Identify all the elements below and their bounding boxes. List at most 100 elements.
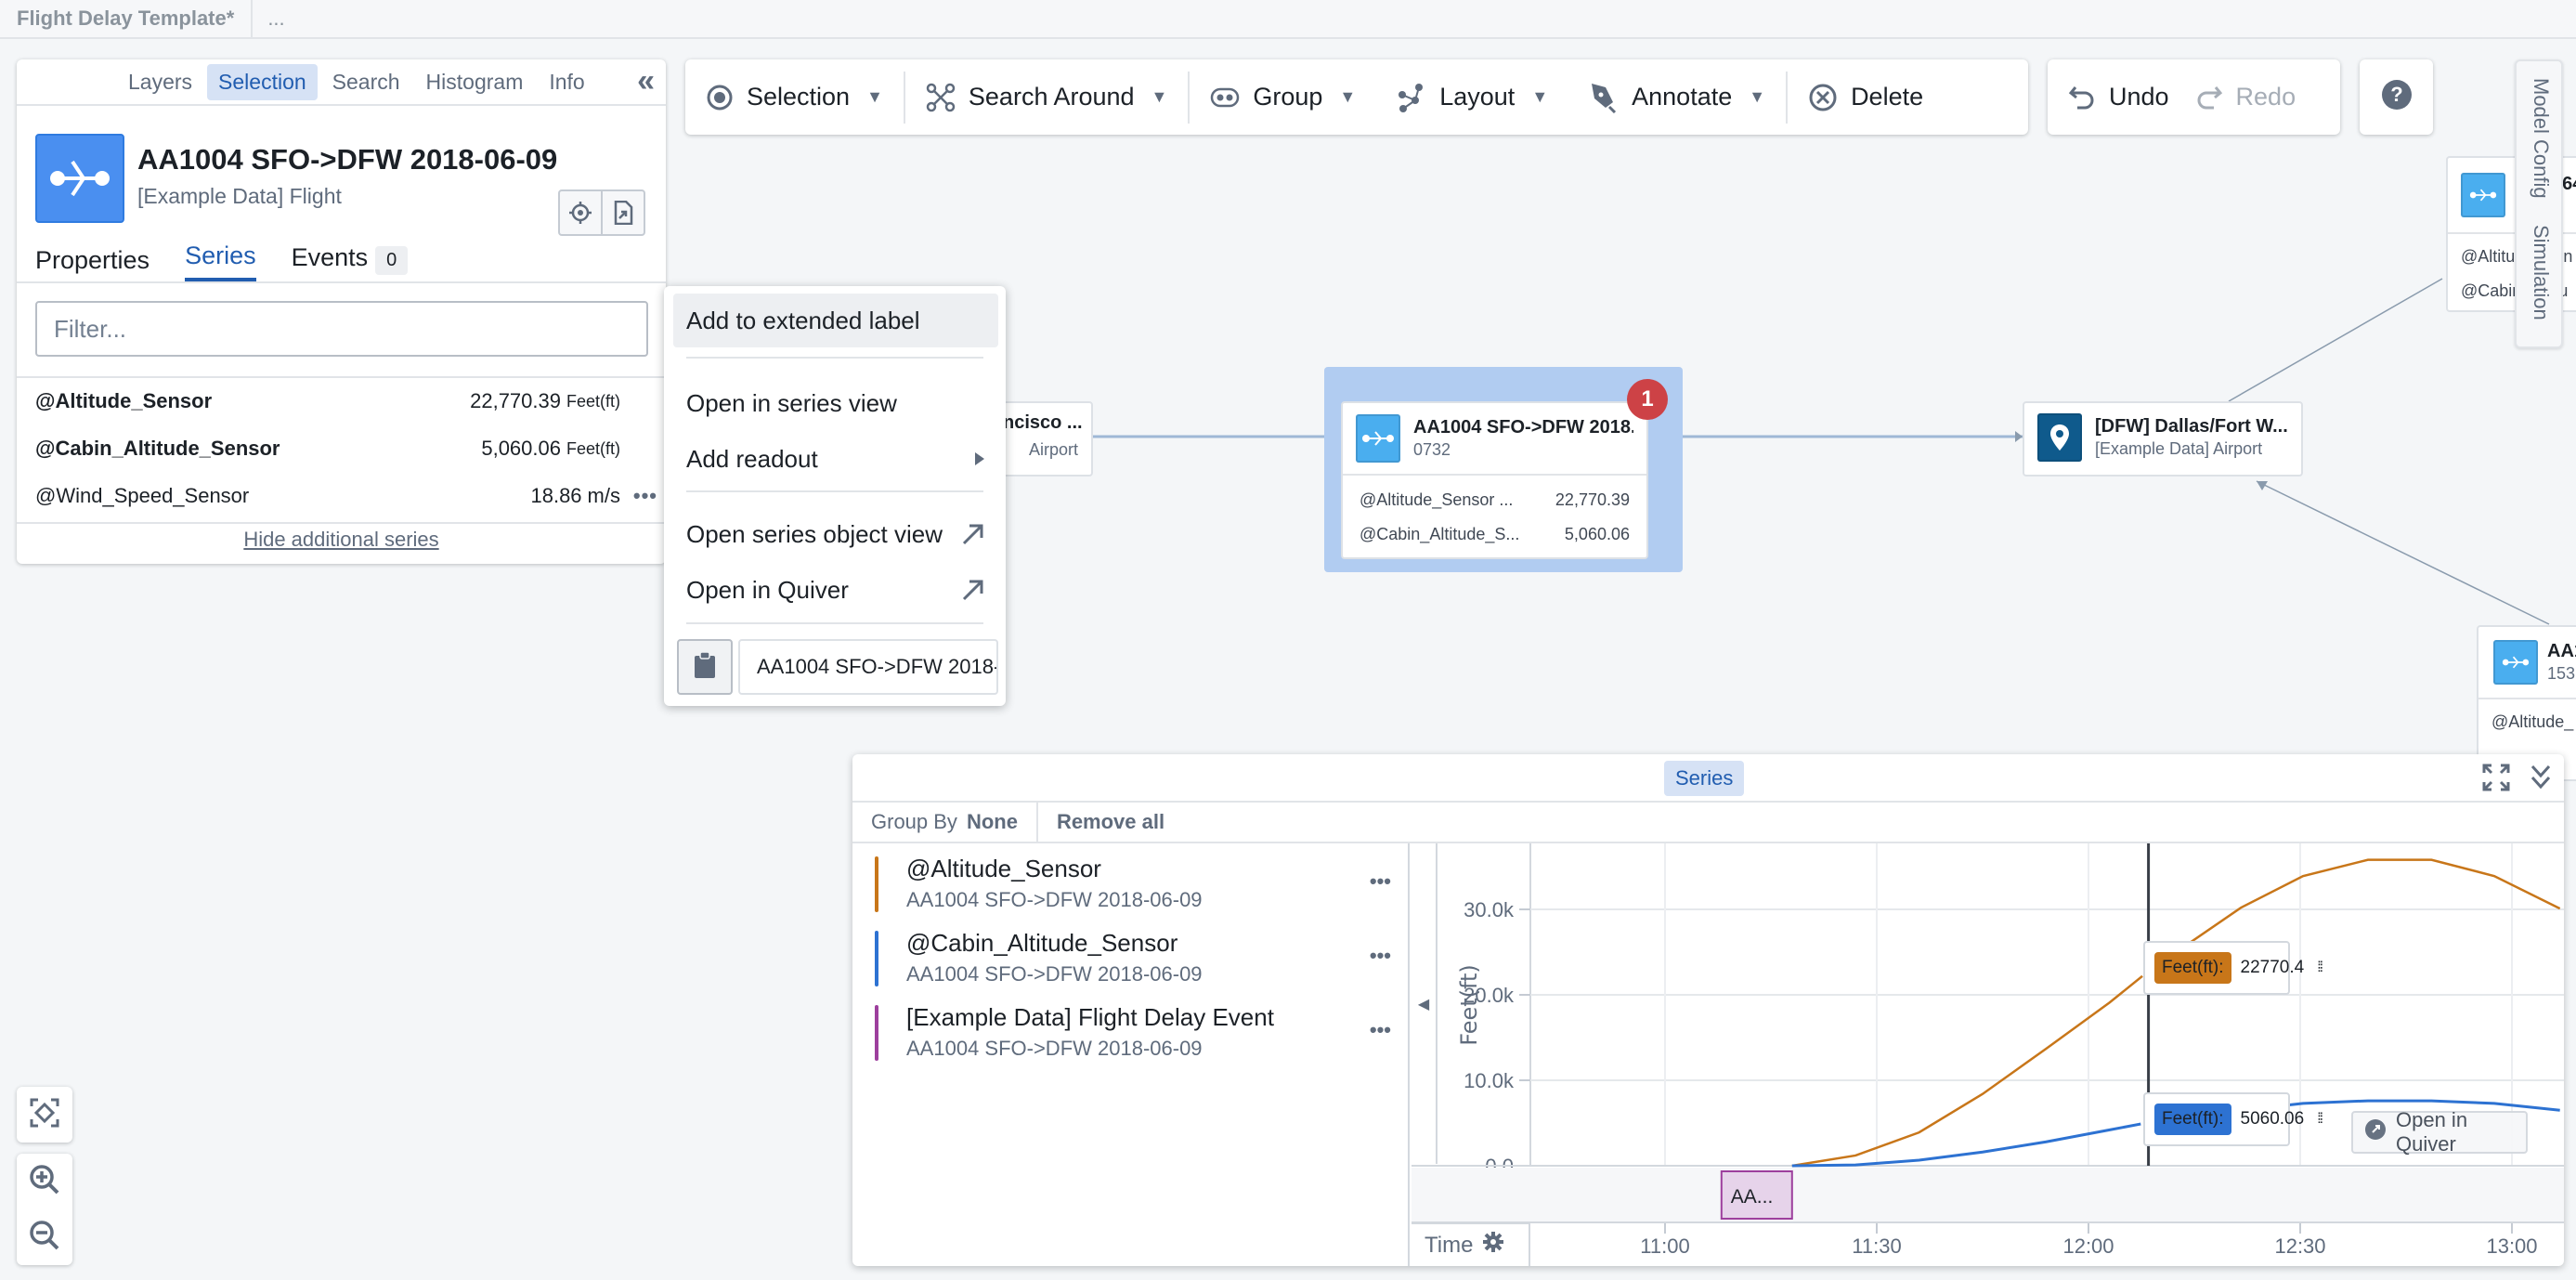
node-prop-row: @Cabin_Altitude_S... 5,060.06	[1360, 517, 1630, 552]
undo-button[interactable]: Undo	[2048, 72, 2190, 124]
annotate-button[interactable]: Annotate ▼	[1568, 72, 1786, 124]
series-chart[interactable]: 0.010.0k20.0k30.0kFeet(ft)11:0011:3012:0…	[852, 754, 2564, 1266]
group-label: Group	[1253, 83, 1323, 111]
graph-node-selected-flight[interactable]: AA1004 SFO->DFW 2018... 0732 @Altitude_S…	[1341, 401, 1648, 559]
graph-toolbar: Selection ▼ Search Around ▼ Group ▼ Layout ▼…	[685, 59, 2028, 135]
fit-view-control	[17, 1087, 72, 1143]
undo-label: Undo	[2109, 83, 2169, 111]
redo-icon	[2195, 84, 2223, 111]
tab-search[interactable]: Search	[321, 64, 411, 100]
tab-selection[interactable]: Selection	[207, 63, 318, 100]
svg-text:?: ?	[2390, 83, 2402, 106]
open-in-quiver-button[interactable]: Open in Quiver	[2351, 1108, 2528, 1156]
readout-altitude[interactable]: Feet(ft): 22770.4 ⁞⁞	[2143, 941, 2323, 995]
drag-handle-icon[interactable]: ⁞⁞	[2317, 960, 2323, 975]
series-name: @Wind_Speed_Sensor	[35, 484, 250, 507]
tab-histogram[interactable]: Histogram	[415, 64, 535, 100]
graph-node-dfw-airport[interactable]: [DFW] Dallas/Fort W... [Example Data] Ai…	[2023, 401, 2303, 477]
tab-simulation[interactable]: Simulation	[2529, 225, 2553, 320]
series-value: 18.86	[530, 484, 582, 507]
menu-divider	[686, 622, 983, 624]
x-tick-label: 13:00	[2486, 1234, 2537, 1258]
tab-model-config[interactable]: Model Config	[2529, 78, 2553, 199]
layout-button[interactable]: Layout ▼	[1376, 72, 1568, 124]
subtab-properties[interactable]: Properties	[35, 246, 150, 282]
series-filter-input[interactable]	[35, 301, 648, 357]
node-title: AA1	[2547, 641, 2576, 661]
tab-layers[interactable]: Layers	[117, 64, 203, 100]
copy-value-field[interactable]: AA1004 SFO->DFW 2018-06-09	[738, 639, 998, 695]
menu-item-label: Open series object view	[686, 519, 943, 548]
menu-item-label: Add readout	[686, 444, 818, 473]
menu-item-add-to-extended-label[interactable]: Add to extended label	[673, 294, 998, 347]
zoom-out-button[interactable]	[17, 1209, 72, 1265]
prop-name: @Cabin_Altitude_S...	[1360, 525, 1520, 543]
zoom-in-button[interactable]	[17, 1154, 72, 1209]
flight-icon	[2493, 640, 2538, 685]
annotate-label: Annotate	[1632, 83, 1733, 111]
prop-value: 5,060.06	[1564, 525, 1630, 543]
divider	[17, 281, 666, 283]
external-link-arrow-icon	[961, 578, 985, 602]
caret-right-icon	[974, 451, 985, 466]
object-type: [Example Data] Flight	[137, 184, 342, 208]
help-icon: ?	[2381, 79, 2413, 115]
locate-icon[interactable]	[560, 191, 603, 234]
copy-to-clipboard-button[interactable]	[677, 639, 733, 695]
y-axis-label: Feet(ft)	[1456, 964, 1482, 1046]
tab-info[interactable]: Info	[538, 64, 595, 100]
time-axis-settings[interactable]: Time	[1412, 1222, 1530, 1266]
menu-item-open-in-quiver[interactable]: Open in Quiver	[673, 563, 998, 617]
group-icon	[1210, 87, 1240, 108]
readout-cabin-altitude[interactable]: Feet(ft): 5060.06 ⁞⁞	[2143, 1092, 2323, 1146]
subtab-series[interactable]: Series	[185, 242, 256, 282]
delete-button[interactable]: Delete	[1788, 72, 1944, 124]
series-name: @Altitude_Sensor	[35, 389, 213, 412]
menu-item-open-series-object-view[interactable]: Open series object view	[673, 507, 998, 561]
prop-name: @Altitude_	[2491, 712, 2574, 731]
menu-item-open-in-series-view[interactable]: Open in series view	[673, 376, 998, 430]
search-around-label: Search Around	[968, 83, 1135, 111]
menu-item-label: Open in series view	[686, 388, 897, 417]
series-list-item[interactable]: @Wind_Speed_Sensor 18.86 m/s •••	[35, 477, 657, 515]
hide-additional-series-link[interactable]: Hide additional series	[17, 528, 666, 552]
layout-icon	[1397, 83, 1426, 112]
drag-handle-icon[interactable]: ⁞⁞	[2317, 1112, 2323, 1127]
redo-button[interactable]: Redo	[2190, 72, 2317, 124]
flight-icon	[35, 134, 124, 223]
help-button[interactable]: ?	[2360, 59, 2433, 135]
menu-divider	[686, 357, 983, 359]
edge-arrowhead	[2015, 431, 2023, 442]
series-list-item[interactable]: @Cabin_Altitude_Sensor 5,060.06 Feet(ft)	[35, 430, 657, 467]
zoom-controls	[17, 1154, 72, 1265]
fit-to-screen-button[interactable]	[17, 1087, 72, 1143]
prop-value: 22,770.39	[1555, 490, 1630, 509]
double-chevron-left-icon[interactable]: «	[637, 65, 655, 97]
series-list-item[interactable]: @Altitude_Sensor 22,770.39 Feet(ft)	[35, 383, 657, 420]
open-in-quiver-label: Open in Quiver	[2396, 1108, 2468, 1156]
x-tick-label: 12:00	[2062, 1234, 2114, 1258]
layout-label: Layout	[1439, 83, 1516, 111]
x-tick-label: 12:30	[2274, 1234, 2325, 1258]
undo-icon	[2068, 84, 2096, 111]
more-options-icon[interactable]: •••	[620, 484, 657, 508]
y-tick-label: 30.0k	[1464, 898, 1515, 921]
series-unit: Feet(ft)	[566, 438, 620, 458]
node-subtitle: 153	[2547, 664, 2576, 683]
time-label: Time	[1425, 1232, 1474, 1258]
series-name: @Cabin_Altitude_Sensor	[35, 437, 280, 460]
open-object-icon[interactable]	[603, 191, 644, 234]
readout-value: 22770.4	[2240, 958, 2305, 977]
subtab-events[interactable]: Events 0	[292, 243, 409, 282]
group-button[interactable]: Group ▼	[1190, 72, 1376, 124]
object-title: AA1004 SFO->DFW 2018-06-09	[137, 143, 558, 176]
selection-button[interactable]: Selection ▼	[685, 72, 904, 124]
selection-panel: Layers Selection Search Histogram Info «…	[17, 59, 666, 564]
annotate-pen-icon	[1589, 82, 1619, 113]
left-panel-tabs: Layers Selection Search Histogram Info «	[17, 59, 666, 106]
readout-value: 5060.06	[2240, 1109, 2305, 1129]
menu-item-add-readout[interactable]: Add readout	[673, 432, 998, 486]
selection-label: Selection	[747, 83, 851, 111]
search-around-button[interactable]: Search Around ▼	[905, 72, 1188, 124]
menu-item-label: Add to extended label	[686, 306, 920, 334]
